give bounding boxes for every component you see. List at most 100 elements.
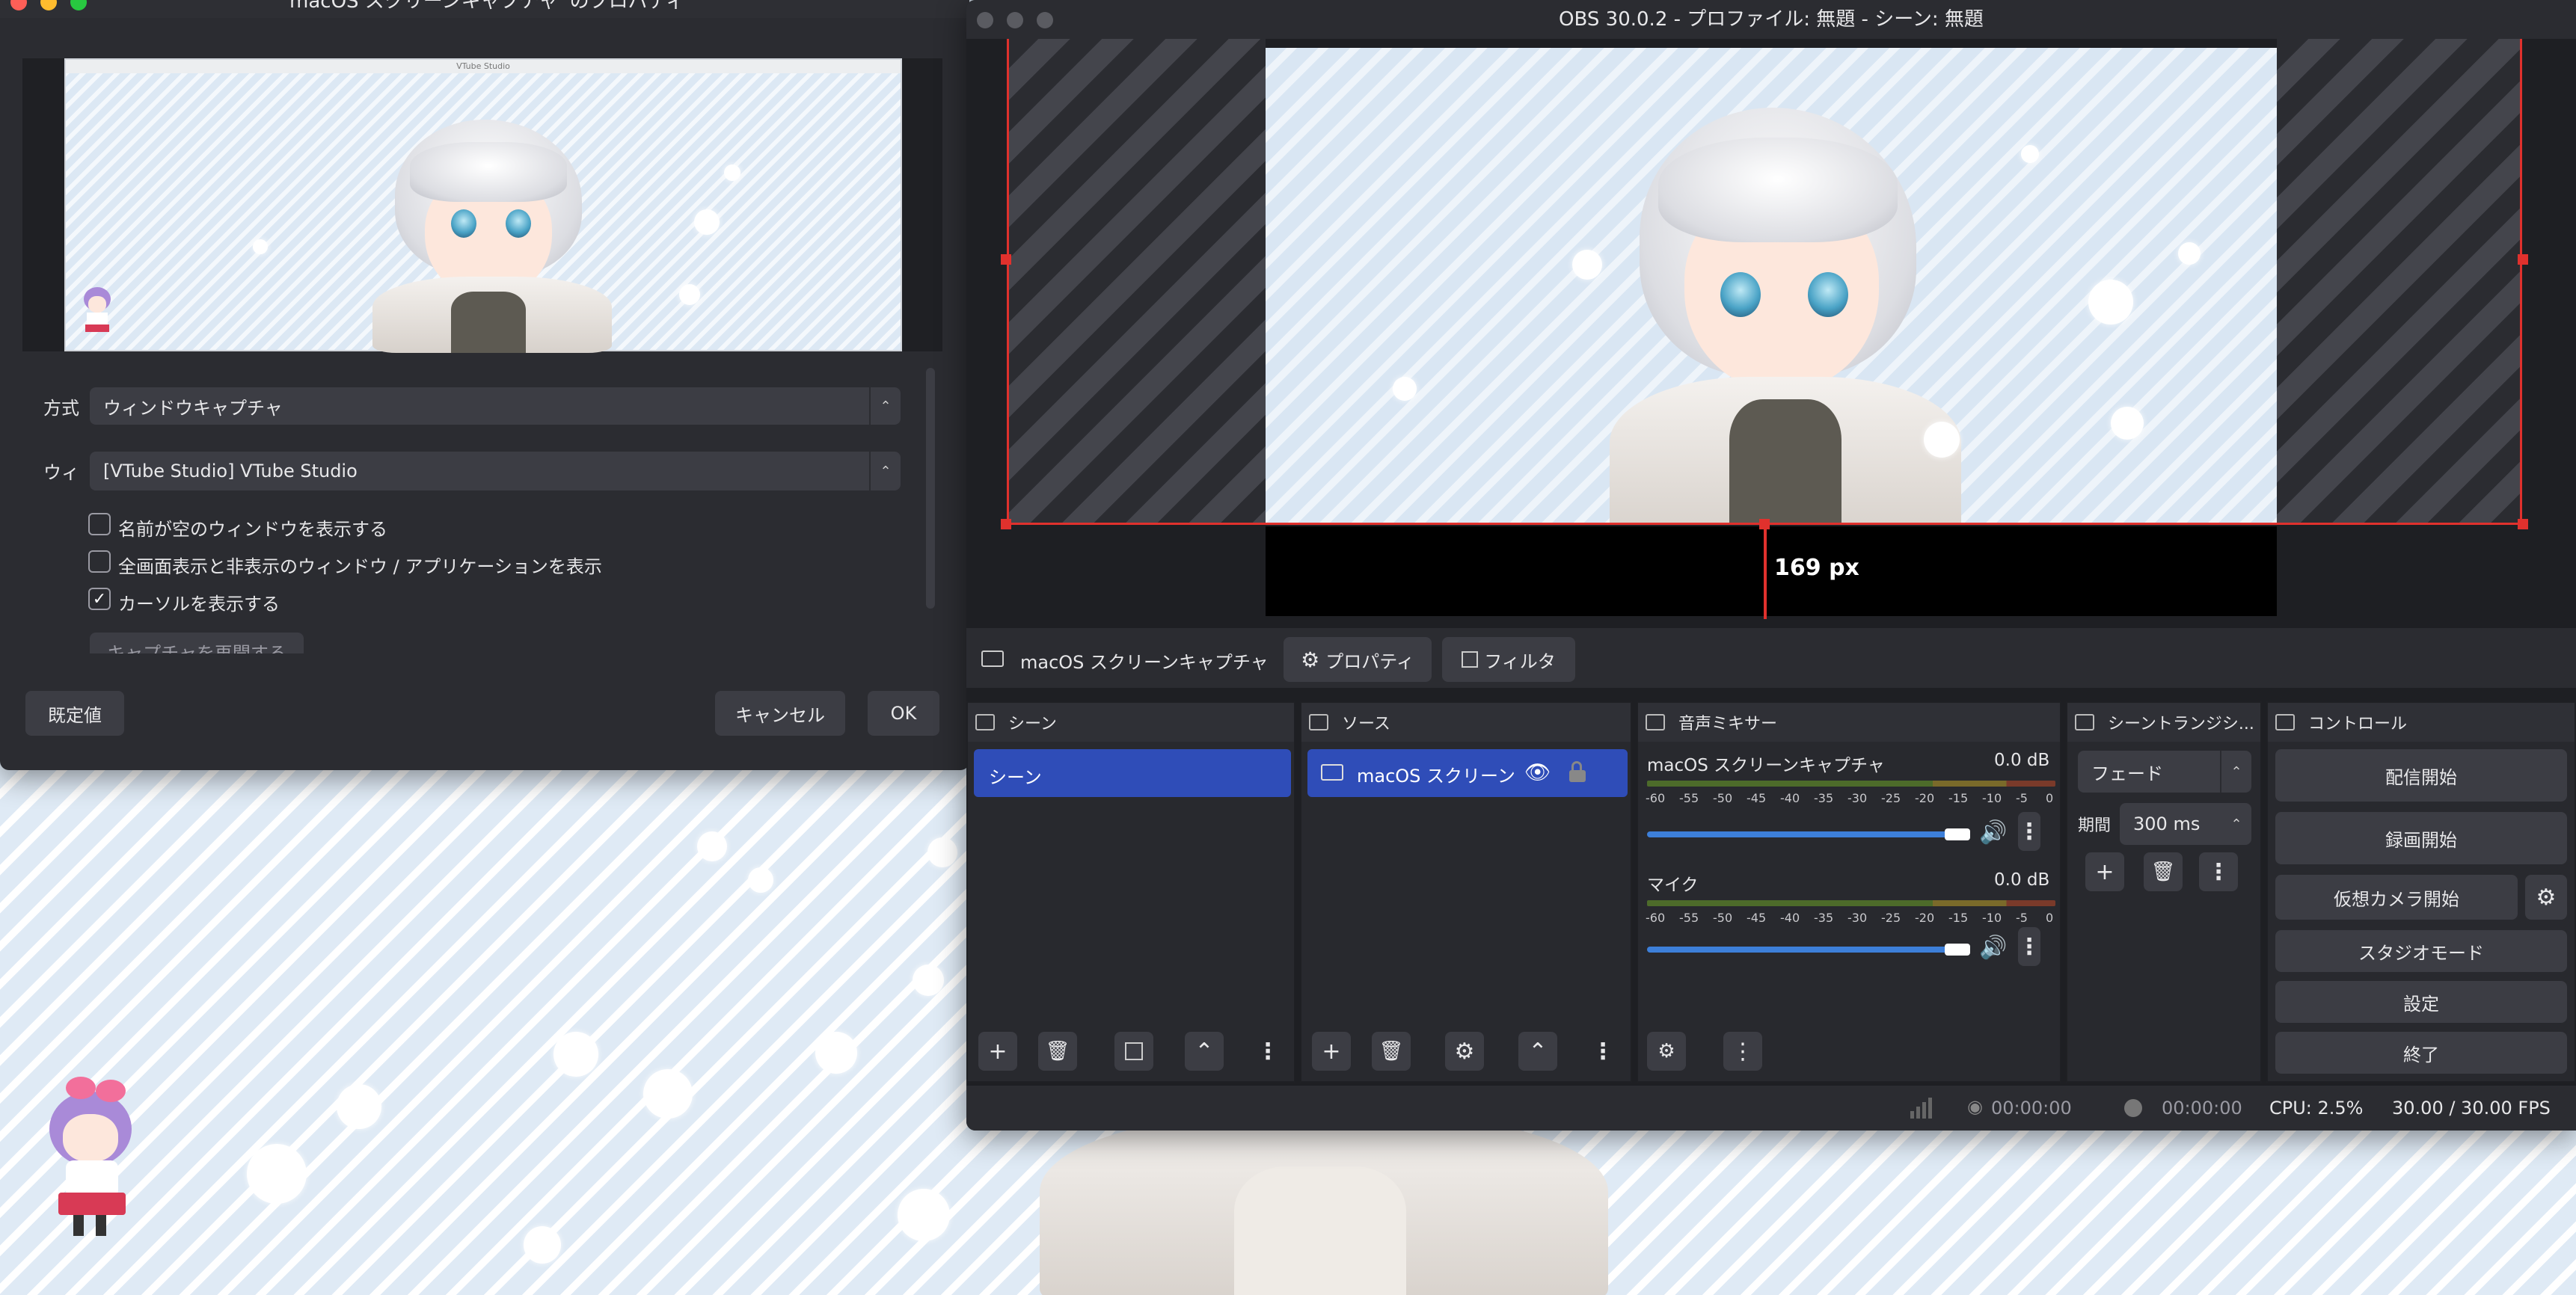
filter-icon — [1125, 1042, 1143, 1060]
obs-maximize-button[interactable] — [1037, 12, 1053, 28]
remove-scene-button[interactable]: 🗑 — [1038, 1032, 1077, 1071]
scene-list-item[interactable]: シーン — [974, 749, 1291, 797]
source-selection-box[interactable] — [1007, 39, 2522, 525]
mixer-channel-db: 0.0 dB — [1994, 870, 2050, 890]
visibility-eye-icon[interactable]: 👁 — [1524, 760, 1551, 784]
lock-icon[interactable] — [1569, 761, 1586, 782]
mixer-channel-db: 0.0 dB — [1994, 751, 2050, 770]
maximize-window-button[interactable] — [70, 0, 87, 10]
exit-button[interactable]: 終了 — [2275, 1032, 2567, 1074]
close-window-button[interactable] — [10, 0, 27, 10]
scene-filters-button[interactable] — [1114, 1032, 1153, 1071]
scenes-dock: シーン シーン + 🗑 ⌃ ⋮ — [966, 701, 1295, 1083]
method-select[interactable]: ウィンドウキャプチャ ⌃ — [90, 387, 901, 425]
transition-more-button[interactable]: ⋮ — [2199, 852, 2238, 891]
resize-handle[interactable] — [1759, 519, 1770, 529]
trash-icon: 🗑 — [1379, 1040, 1404, 1062]
signal-strength-icon — [1910, 1096, 1933, 1119]
volume-slider[interactable] — [1647, 947, 1961, 953]
source-properties-button[interactable]: ⚙ — [1445, 1032, 1484, 1071]
obs-minimize-button[interactable] — [1007, 12, 1023, 28]
streaming-status-icon: ◉ — [1967, 1096, 1983, 1117]
duration-label: 期間 — [2078, 816, 2112, 835]
source-toolbar-name: macOS スクリーンキャプチャ — [1020, 652, 1269, 673]
move-source-up-button[interactable]: ⌃ — [1518, 1032, 1557, 1071]
audio-settings-button[interactable]: ⚙ — [1647, 1032, 1686, 1071]
filters-button[interactable]: フィルタ — [1442, 637, 1575, 682]
channel-more-button[interactable]: ⋮ — [2018, 812, 2040, 851]
fullscreen-checkbox[interactable] — [88, 550, 111, 573]
status-bar: ◉ 00:00:00 00:00:00 CPU: 2.5% 30.00 / 30… — [966, 1086, 2576, 1131]
restart-capture-button[interactable]: キャプチャを再開する — [90, 633, 304, 653]
method-label: 方式 — [43, 398, 79, 419]
mascot-illustration — [36, 1077, 141, 1241]
source-more-button[interactable]: ⋮ — [1592, 1032, 1614, 1071]
audio-mixer-dock: 音声ミキサー macOS スクリーンキャプチャ 0.0 dB -60 -55 -… — [1637, 701, 2061, 1083]
speaker-icon[interactable]: 🔊 — [1979, 819, 2007, 846]
empty-names-checkbox[interactable] — [88, 513, 111, 535]
preview-window-titlebar: VTube Studio — [66, 60, 901, 73]
virtual-cam-settings-button[interactable]: ⚙ — [2525, 875, 2567, 920]
recording-status-icon — [2124, 1099, 2142, 1117]
filter-icon — [1462, 651, 1479, 668]
transitions-dock-title: シーントランジシ... — [2108, 715, 2254, 733]
move-scene-up-button[interactable]: ⌃ — [1185, 1032, 1224, 1071]
volume-slider-knob[interactable] — [1945, 828, 1970, 840]
chevron-up-icon: ⌃ — [1528, 1038, 1548, 1065]
trash-icon: 🗑 — [2150, 861, 2176, 883]
source-item-label: macOS スクリーン — [1357, 766, 1515, 787]
speaker-icon[interactable]: 🔊 — [1979, 935, 2007, 961]
volume-slider[interactable] — [1647, 831, 1961, 837]
gear-icon: ⚙ — [1454, 1038, 1475, 1065]
chevron-up-icon: ⌃ — [1195, 1038, 1214, 1065]
dock-icon — [1646, 714, 1665, 730]
dock-icon — [2275, 714, 2295, 730]
properties-button[interactable]: ⚙ プロパティ — [1284, 637, 1432, 682]
resize-handle[interactable] — [2518, 519, 2528, 529]
fps-display: 30.00 / 30.00 FPS — [2392, 1098, 2551, 1119]
minimize-window-button[interactable] — [40, 0, 57, 10]
resize-handle[interactable] — [1001, 519, 1011, 529]
crop-area — [1266, 526, 2277, 616]
cancel-button[interactable]: キャンセル — [715, 691, 845, 736]
properties-scrollbar[interactable] — [926, 368, 935, 609]
properties-dialog-titlebar: 'macOS スクリーンキャプチャ' のプロパティ — [0, 0, 969, 18]
stream-time: 00:00:00 — [1991, 1098, 2072, 1119]
settings-button[interactable]: 設定 — [2275, 981, 2567, 1023]
dock-icon — [1309, 714, 1328, 730]
start-streaming-button[interactable]: 配信開始 — [2275, 749, 2567, 802]
mixer-channel-name: マイク — [1647, 876, 1699, 895]
obs-close-button[interactable] — [977, 12, 993, 28]
start-recording-button[interactable]: 録画開始 — [2275, 812, 2567, 864]
add-scene-button[interactable]: + — [978, 1032, 1017, 1071]
volume-slider-knob[interactable] — [1945, 944, 1970, 956]
studio-mode-button[interactable]: スタジオモード — [2275, 930, 2567, 972]
meter-scale: -60 -55 -50 -45 -40 -35 -30 -25 -20 -15 … — [1646, 911, 2054, 925]
remove-transition-button[interactable]: 🗑 — [2144, 852, 2183, 891]
start-virtual-cam-button[interactable]: 仮想カメラ開始 — [2275, 875, 2518, 920]
gears-icon: ⚙ — [1657, 1040, 1675, 1062]
transitions-dock: シーントランジシ... フェード ⌃ 期間 300 ms ⌃ + 🗑 ⋮ — [2066, 701, 2262, 1083]
kebab-icon: ⋮ — [1257, 1038, 1279, 1065]
mixer-dock-title: 音声ミキサー — [1678, 715, 1778, 733]
add-transition-button[interactable]: + — [2085, 852, 2124, 891]
add-source-button[interactable]: + — [1312, 1032, 1351, 1071]
resize-handle[interactable] — [1001, 254, 1011, 265]
volume-meter — [1647, 781, 2055, 787]
channel-more-button[interactable]: ⋮ — [2018, 927, 2040, 966]
transition-select[interactable]: フェード ⌃ — [2078, 751, 2251, 793]
mixer-more-button[interactable]: ⋮ — [1723, 1032, 1762, 1071]
source-list-item[interactable]: macOS スクリーン 👁 — [1307, 749, 1628, 797]
resize-handle[interactable] — [2518, 254, 2528, 265]
preview-mascot — [81, 284, 114, 336]
cursor-checkbox[interactable]: ✓ — [88, 588, 111, 610]
window-select[interactable]: [VTube Studio] VTube Studio ⌃ — [90, 452, 901, 490]
duration-spinbox[interactable]: 300 ms ⌃ — [2120, 803, 2251, 845]
obs-title: OBS 30.0.2 - プロファイル: 無題 - シーン: 無題 — [1559, 8, 1984, 31]
remove-source-button[interactable]: 🗑 — [1372, 1032, 1411, 1071]
defaults-button[interactable]: 既定値 — [25, 691, 124, 736]
ok-button[interactable]: OK — [868, 691, 939, 736]
scene-more-button[interactable]: ⋮ — [1257, 1032, 1279, 1071]
kebab-icon: ⋮ — [2207, 858, 2230, 885]
obs-preview-canvas[interactable]: 169 px — [966, 39, 2576, 622]
